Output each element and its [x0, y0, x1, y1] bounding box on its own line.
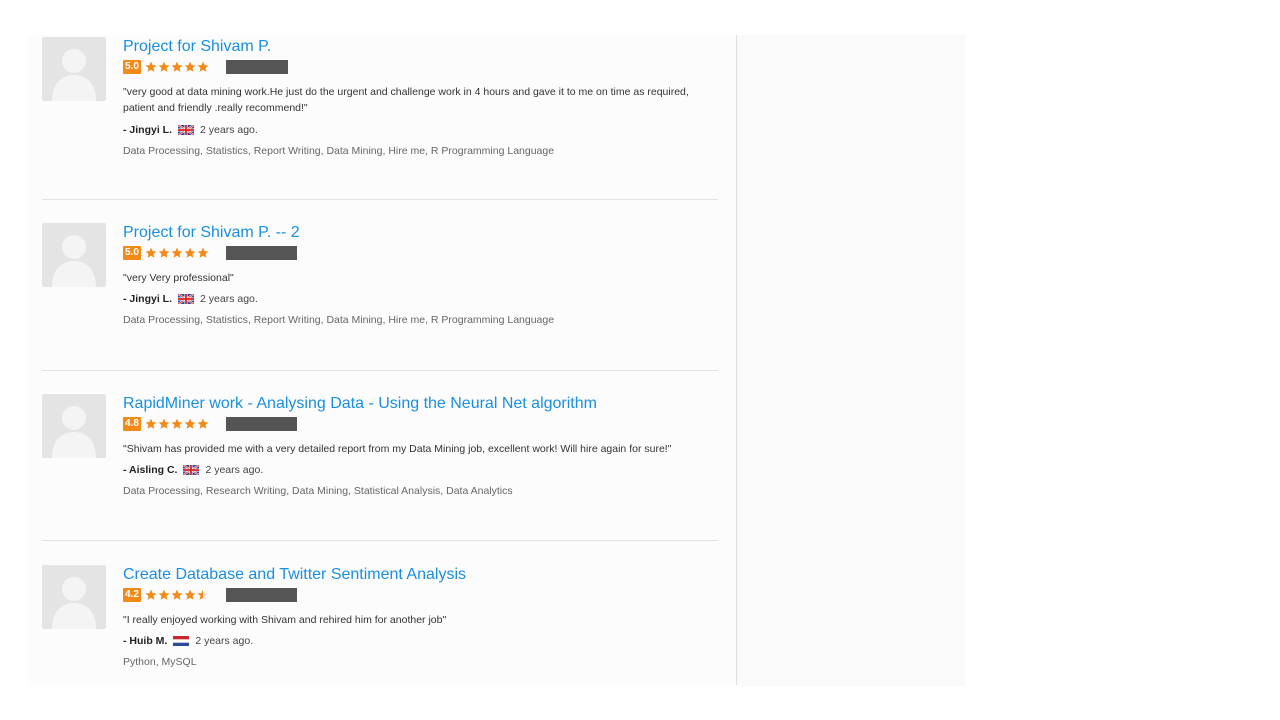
review-quote: "very Very professional"	[123, 272, 234, 284]
star-rating	[145, 418, 209, 430]
star-rating	[145, 247, 209, 259]
rating-badge: 4.2	[123, 588, 141, 602]
star-icon	[158, 418, 170, 429]
star-icon	[145, 61, 157, 72]
star-icon	[145, 418, 157, 429]
user-silhouette-icon	[52, 577, 96, 629]
avatar[interactable]	[42, 394, 106, 458]
review-skills: Python, MySQL	[123, 656, 197, 668]
reviewer-name[interactable]: - Jingyi L.	[123, 124, 172, 136]
redacted-amount	[225, 417, 297, 431]
avatar[interactable]	[42, 565, 106, 629]
uk-flag-icon	[177, 293, 195, 305]
star-icon	[171, 589, 183, 600]
review-title[interactable]: RapidMiner work - Analysing Data - Using…	[123, 394, 723, 414]
user-silhouette-icon	[52, 49, 96, 101]
redacted-amount	[225, 60, 288, 74]
vertical-divider	[736, 35, 737, 685]
review-divider	[42, 199, 718, 200]
review-quote: "I really enjoyed working with Shivam an…	[123, 614, 447, 626]
review-meta: - Jingyi L. 2 years ago.	[123, 291, 723, 307]
reviewer-name[interactable]: - Jingyi L.	[123, 293, 172, 305]
rating-row: 4.8	[123, 416, 723, 432]
review-skills: Data Processing, Statistics, Report Writ…	[123, 145, 555, 157]
review-time: 2 years ago.	[205, 464, 264, 476]
star-icon	[197, 247, 209, 258]
star-icon	[171, 418, 183, 429]
rating-badge: 4.8	[123, 417, 141, 431]
star-icon	[197, 418, 209, 429]
star-icon	[184, 61, 196, 72]
rating-row: 4.2	[123, 587, 723, 603]
star-icon	[145, 247, 157, 258]
star-icon	[158, 589, 170, 600]
star-icon	[197, 61, 209, 72]
avatar[interactable]	[42, 223, 106, 287]
redacted-amount	[225, 588, 297, 602]
user-silhouette-icon	[52, 235, 96, 287]
star-icon	[184, 418, 196, 429]
redacted-amount	[225, 246, 297, 260]
user-silhouette-icon	[52, 406, 96, 458]
star-icon	[158, 247, 170, 258]
avatar[interactable]	[42, 37, 106, 101]
review-meta: - Huib M. 2 years ago.	[123, 633, 723, 649]
review-meta: - Aisling C. 2 years ago.	[123, 462, 723, 478]
rating-row: 5.0	[123, 245, 723, 261]
review-meta: - Jingyi L. 2 years ago.	[123, 122, 723, 138]
star-icon	[158, 61, 170, 72]
review-time: 2 years ago.	[200, 293, 258, 305]
review-title[interactable]: Project for Shivam P.	[123, 37, 723, 57]
star-rating	[145, 61, 209, 73]
review-skills: Data Processing, Statistics, Report Writ…	[123, 314, 555, 326]
review-title[interactable]: Create Database and Twitter Sentiment An…	[123, 565, 723, 585]
rating-row: 5.0	[123, 59, 723, 75]
review-quote: "very good at data mining work.He just d…	[123, 86, 689, 114]
review-title[interactable]: Project for Shivam P. -- 2	[123, 223, 723, 243]
sidebar-panel	[737, 35, 965, 687]
star-icon	[171, 61, 183, 72]
star-rating	[145, 589, 209, 601]
star-icon	[184, 247, 196, 258]
reviews-page: Project for Shivam P. 5.0 "very good at …	[0, 0, 1280, 720]
uk-flag-icon	[182, 464, 200, 476]
uk-flag-icon	[177, 124, 195, 136]
star-icon	[145, 589, 157, 600]
star-icon	[171, 247, 183, 258]
review-time: 2 years ago.	[200, 124, 258, 136]
star-icon	[184, 589, 196, 600]
reviewer-name[interactable]: - Aisling C.	[123, 464, 177, 476]
reviewer-name[interactable]: - Huib M.	[123, 635, 167, 647]
star-icon	[197, 589, 209, 600]
review-divider	[42, 370, 718, 371]
rating-badge: 5.0	[123, 60, 141, 74]
rating-badge: 5.0	[123, 246, 141, 260]
review-skills: Data Processing, Research Writing, Data …	[123, 485, 513, 497]
review-time: 2 years ago.	[195, 635, 254, 647]
netherlands-flag-icon	[173, 636, 190, 646]
review-divider	[42, 540, 718, 541]
review-quote: "Shivam has provided me with a very deta…	[123, 443, 672, 455]
